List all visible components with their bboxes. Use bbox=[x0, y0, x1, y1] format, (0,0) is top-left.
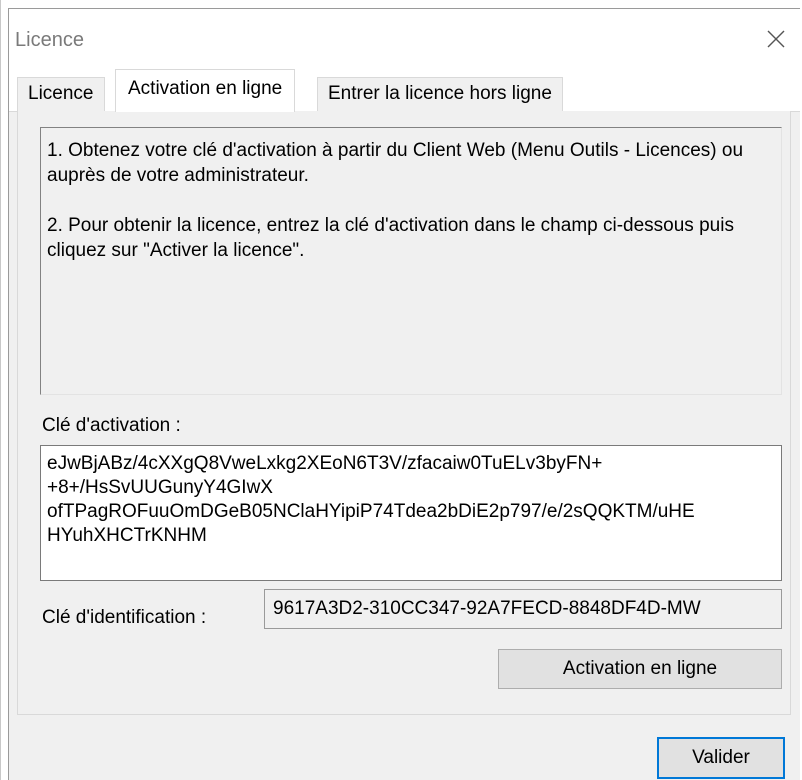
tab-panel: 1. Obtenez votre clé d'activation à part… bbox=[17, 111, 791, 715]
validate-button[interactable]: Valider bbox=[657, 737, 785, 779]
tab-licence[interactable]: Licence bbox=[17, 77, 105, 111]
activation-key-label: Clé d'activation : bbox=[42, 415, 181, 436]
instructions-box: 1. Obtenez votre clé d'activation à part… bbox=[40, 127, 782, 395]
tab-licence-hors-ligne[interactable]: Entrer la licence hors ligne bbox=[317, 77, 563, 111]
licence-dialog: Licence Licence Activation en ligne Entr… bbox=[8, 8, 800, 780]
title-bar: Licence bbox=[9, 9, 800, 65]
activation-key-field[interactable]: eJwBjABz/4cXXgQ8VweLxkg2XEoN6T3V/zfacaiw… bbox=[40, 445, 782, 581]
instruction-step-1: 1. Obtenez votre clé d'activation à part… bbox=[47, 140, 744, 186]
background-window-edge bbox=[0, 0, 1, 780]
tab-strip: Licence Activation en ligne Entrer la li… bbox=[9, 65, 800, 112]
close-button[interactable] bbox=[758, 21, 794, 57]
close-icon bbox=[767, 30, 785, 48]
activation-key-line: ofTPagROFuuOmDGeB05NClaHYipiP74Tdea2bDiE… bbox=[47, 501, 695, 522]
activation-key-line: eJwBjABz/4cXXgQ8VweLxkg2XEoN6T3V/zfacaiw… bbox=[47, 453, 603, 474]
activation-key-line: +8+/HsSvUUGunyY4GIwX bbox=[47, 477, 273, 498]
online-activation-button[interactable]: Activation en ligne bbox=[498, 649, 782, 689]
tab-activation-en-ligne[interactable]: Activation en ligne bbox=[115, 69, 296, 112]
identification-key-label: Clé d'identification : bbox=[42, 607, 207, 628]
instruction-step-2: 2. Pour obtenir la licence, entrez la cl… bbox=[47, 215, 734, 261]
window-title: Licence bbox=[15, 29, 84, 51]
identification-key-field: 9617A3D2-310CC347-92A7FECD-8848DF4D-MW bbox=[264, 589, 782, 629]
activation-key-line: HYuhXHCTrKNHM bbox=[47, 525, 207, 546]
